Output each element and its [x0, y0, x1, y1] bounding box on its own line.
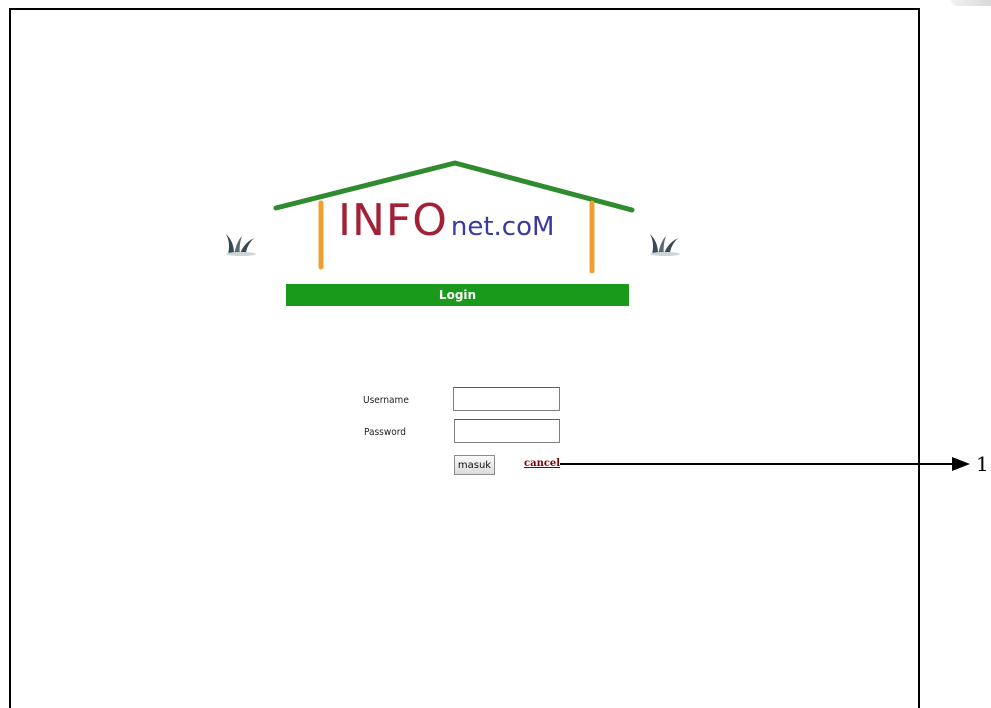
submit-button[interactable]: masuk [454, 455, 495, 475]
site-logo: INFO net.coM [210, 155, 690, 280]
logo-net-text: net.coM [450, 212, 555, 242]
annotation-line [560, 463, 952, 465]
password-input[interactable] [454, 419, 560, 443]
corner-decoration [951, 0, 991, 6]
grass-right-icon [650, 234, 680, 256]
cancel-link[interactable]: cancel [524, 458, 560, 469]
username-label: Username [363, 395, 409, 406]
logo-text: INFO net.coM [338, 195, 554, 255]
logo-info-text: INFO [338, 195, 448, 246]
username-input[interactable] [453, 387, 560, 411]
page-frame [9, 8, 920, 708]
password-label: Password [364, 427, 406, 438]
arrow-right-icon [952, 457, 970, 471]
grass-left-icon [226, 234, 256, 256]
login-header: Login [286, 284, 629, 306]
annotation-number: 1 [976, 452, 989, 476]
